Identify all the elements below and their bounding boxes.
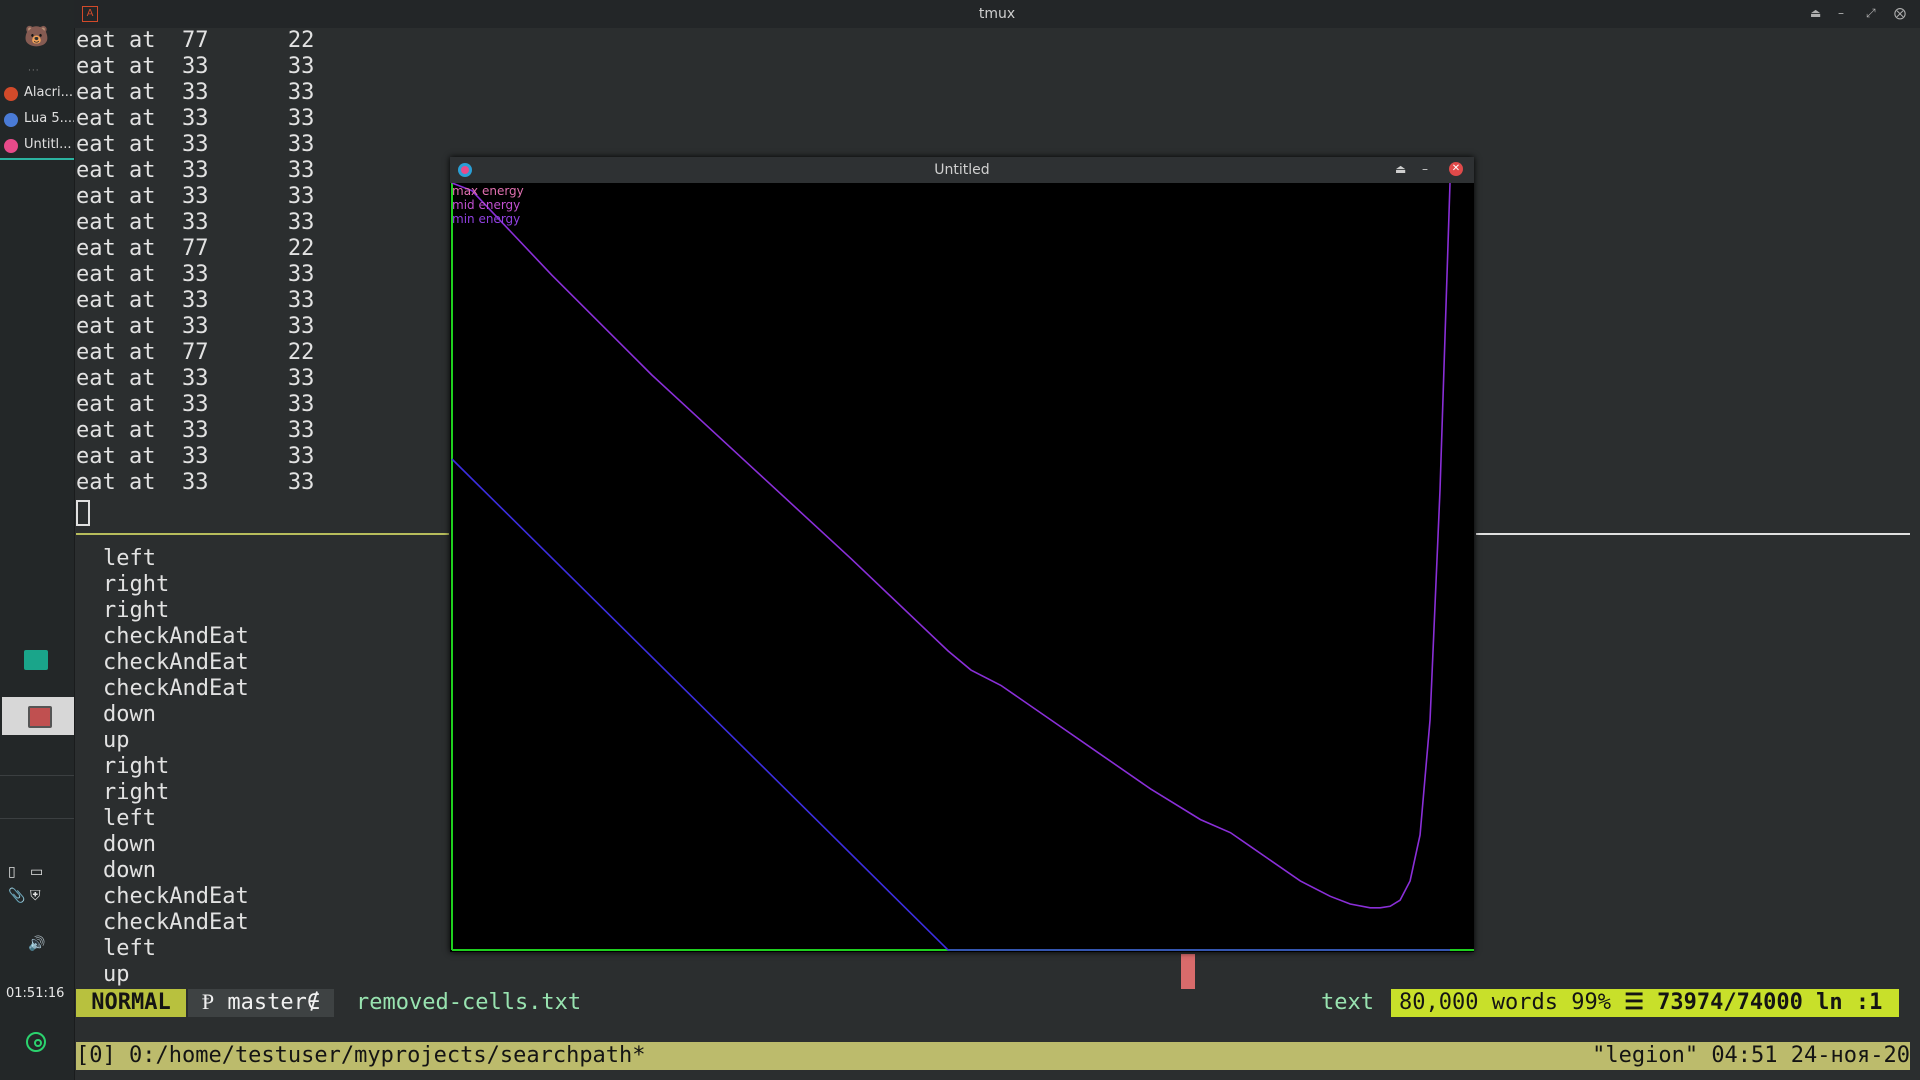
terminal-line: eat at 33 33	[76, 106, 315, 131]
editor-line: down	[103, 858, 156, 883]
keep-above-icon[interactable]: ⏏	[1395, 162, 1406, 176]
terminal-line: eat at 33 33	[76, 392, 315, 417]
word-count: 80,000 words	[1399, 990, 1558, 1015]
series-line-max-energy	[451, 183, 1451, 909]
pane-divider[interactable]	[76, 533, 449, 535]
terminal-line: eat at 33 33	[76, 288, 315, 313]
display-icon[interactable]: ▭	[30, 864, 43, 880]
legend-min-energy: min energy	[452, 212, 521, 226]
editor-line: checkAndEat	[103, 676, 249, 701]
terminal-line: eat at 33 33	[76, 158, 315, 183]
terminal-line: eat at 77 22	[76, 236, 315, 261]
editor-line: checkAndEat	[103, 910, 249, 935]
scroll-percent: 99%	[1571, 990, 1611, 1015]
plot-window[interactable]: Untitled ⏏ – ✕ max energy mid energy min…	[450, 157, 1474, 952]
terminal-line: eat at 33 33	[76, 366, 315, 391]
terminal-line: eat at 33 33	[76, 418, 315, 443]
line-position: ☰ 73974/74000	[1624, 990, 1803, 1015]
keep-above-icon[interactable]: ⏏	[1810, 6, 1821, 20]
terminal-line: eat at 33 33	[76, 54, 315, 79]
clipboard-icon[interactable]: ▯	[8, 864, 16, 880]
tmux-host-clock: "legion" 04:51 24-ноя-20	[1592, 1043, 1910, 1068]
file-name: removed-cells.txt	[356, 990, 582, 1015]
shield-icon[interactable]: ⛨	[30, 888, 41, 904]
terminal-line: eat at 77 22	[76, 340, 315, 365]
attachment-icon[interactable]: 📎	[8, 888, 25, 904]
editor-line: down	[103, 702, 156, 727]
plot-window-titlebar[interactable]: Untitled ⏏ – ✕	[450, 157, 1474, 183]
terminal-line: eat at 33 33	[76, 470, 315, 495]
file-type: text	[1321, 990, 1374, 1015]
desktop-green-icon[interactable]	[24, 650, 48, 670]
maximize-icon[interactable]: ⤢	[1866, 6, 1876, 21]
taskbar-separator	[0, 818, 74, 819]
close-icon[interactable]: ✕	[1449, 162, 1463, 176]
lua-icon	[4, 113, 18, 127]
pager-dots[interactable]: ···	[28, 66, 40, 76]
editor-line: left	[103, 936, 156, 961]
untitled-app-icon	[4, 139, 18, 153]
editor-line: checkAndEat	[103, 650, 249, 675]
minimize-icon[interactable]: –	[1422, 162, 1428, 176]
taskbar-separator	[0, 775, 74, 776]
mode-indicator: NORMAL	[76, 989, 186, 1017]
close-icon[interactable]: ⨂	[1894, 6, 1906, 20]
power-icon[interactable]	[26, 1032, 46, 1052]
alacritty-icon	[4, 87, 18, 101]
editor-line: up	[103, 728, 130, 753]
editor-line: right	[103, 572, 170, 597]
task-lua[interactable]: Lua 5....	[0, 108, 74, 132]
editor-line: right	[103, 780, 170, 805]
taskbar: 🐻 ··· Alacri... Lua 5.... Untitl... ▯ ▭ …	[0, 0, 75, 1080]
editor-line: checkAndEat	[103, 884, 249, 909]
terminal-line: eat at 33 33	[76, 444, 315, 469]
git-branch: Ᵽ master∉	[188, 989, 334, 1017]
app-launcher-icon[interactable]: 🐻	[24, 26, 50, 46]
terminal-line: eat at 77 22	[76, 28, 315, 53]
editor-line: right	[103, 754, 170, 779]
tmux-window-list[interactable]: [0] 0:/home/testuser/myprojects/searchpa…	[76, 1042, 646, 1070]
plot-window-title: Untitled	[934, 162, 990, 178]
pane-divider[interactable]	[1476, 533, 1910, 535]
window-thumbnail-icon	[28, 706, 52, 728]
task-untitled[interactable]: Untitl...	[0, 134, 74, 160]
editor-line: up	[103, 962, 130, 987]
tmux-statusbar: [0] 0:/home/testuser/myprojects/searchpa…	[76, 1042, 1910, 1070]
terminal-line: eat at 33 33	[76, 132, 315, 157]
terminal-line: eat at 33 33	[76, 184, 315, 209]
terminal-pane-top[interactable]: eat at 77 22 eat at 33 33 eat at 33 33 eat …	[76, 28, 476, 496]
editor-statusline: NORMAL Ᵽ master∉ removed-cells.txt text …	[76, 989, 1910, 1017]
editor-line: down	[103, 832, 156, 857]
minimize-icon[interactable]: –	[1838, 6, 1844, 20]
editor-line: left	[103, 546, 156, 571]
editor-line: right	[103, 598, 170, 623]
line-number: ln :1	[1816, 990, 1883, 1015]
series-line-min-energy	[451, 458, 1450, 951]
energy-chart	[451, 183, 1474, 951]
volume-icon[interactable]: 🔊	[28, 936, 45, 952]
file-info: 80,000 words 99% ☰ 73974/74000 ln :1	[1391, 989, 1899, 1017]
terminal-line: eat at 33 33	[76, 314, 315, 339]
window-title: tmux	[978, 6, 1016, 22]
editor-line: left	[103, 806, 156, 831]
window-thumbnail[interactable]	[2, 697, 74, 735]
editor-line: checkAndEat	[103, 624, 249, 649]
terminal-line: eat at 33 33	[76, 80, 315, 105]
task-alacritty[interactable]: Alacri...	[0, 82, 74, 106]
editor-pane[interactable]: left right right checkAndEat checkAndEat chec…	[103, 546, 403, 988]
terminal-line: eat at 33 33	[76, 262, 315, 287]
window-titlebar[interactable]: A tmux ⏏ – ⤢ ⨂	[74, 0, 1920, 28]
taskbar-clock[interactable]: 01:51:16	[6, 986, 64, 1001]
scrollbar-indicator	[1181, 954, 1195, 989]
terminal-line: eat at 33 33	[76, 210, 315, 235]
terminal-cursor	[76, 500, 90, 526]
legend-max-energy: max energy	[452, 184, 524, 198]
legend-mid-energy: mid energy	[452, 198, 521, 212]
